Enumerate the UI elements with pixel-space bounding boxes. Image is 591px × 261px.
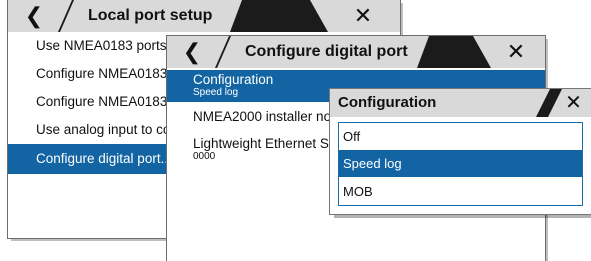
item-label: Configuration (193, 72, 274, 87)
dialog-title: Local port setup (88, 7, 213, 24)
option-item[interactable]: MOB (339, 178, 582, 205)
back-button[interactable]: ❮ (8, 0, 60, 32)
back-button[interactable]: ❮ (167, 36, 217, 68)
option-item[interactable]: Off (339, 123, 582, 150)
option-item-selected[interactable]: Speed log (339, 150, 582, 177)
close-button[interactable]: ✕ (556, 89, 591, 117)
close-button[interactable]: ✕ (487, 36, 545, 68)
title-bar: Configuration ✕ (330, 89, 591, 117)
configuration-popup: Configuration ✕ Off Speed log MOB (330, 89, 591, 214)
close-button[interactable]: ✕ (326, 0, 400, 32)
close-x-icon: ✕ (565, 92, 582, 114)
chevron-left-icon: ❮ (182, 39, 202, 64)
options-list: Off Speed log MOB (338, 122, 583, 206)
dialog-title: Configure digital port (245, 43, 408, 60)
item-label: Lightweight Ethernet SFI (193, 136, 341, 151)
close-x-icon: ✕ (506, 39, 526, 64)
title-bar: ❮ Local port setup ✕ (8, 0, 400, 32)
title-bar: ❮ Configure digital port ✕ (167, 36, 545, 68)
chevron-left-icon: ❮ (24, 3, 44, 28)
popup-title: Configuration (338, 94, 437, 111)
close-x-icon: ✕ (353, 3, 373, 28)
